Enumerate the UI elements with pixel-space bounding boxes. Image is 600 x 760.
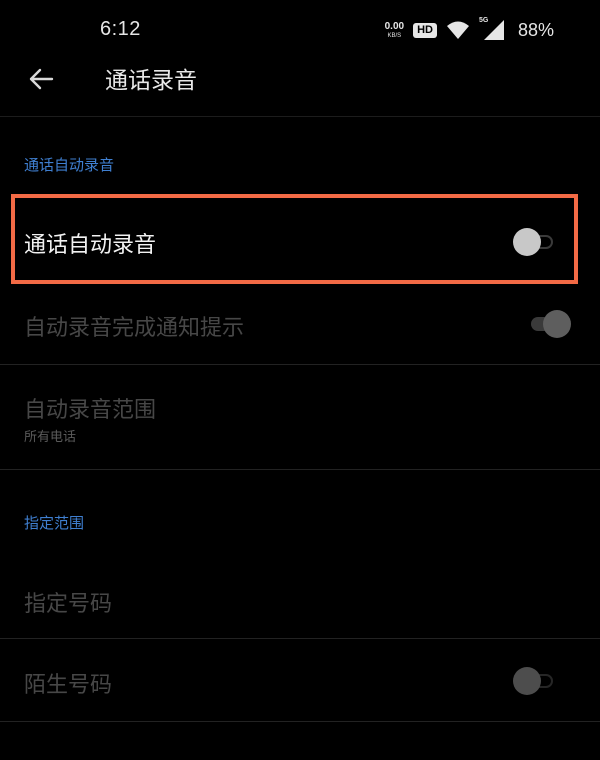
network-type-label: 5G xyxy=(478,17,489,24)
section-header-specified-range: 指定范围 xyxy=(24,514,85,532)
status-bar: 6:12 0.00 KB/S HD 5G 88% xyxy=(0,0,600,60)
auto-record-setting-row[interactable]: 通话自动录音 xyxy=(0,200,600,284)
status-time: 6:12 xyxy=(100,18,141,40)
arrow-left-icon xyxy=(26,64,56,94)
unknown-numbers-label: 陌生号码 xyxy=(24,673,113,698)
specified-numbers-setting-row[interactable]: 指定号码 xyxy=(0,558,600,638)
specified-numbers-label: 指定号码 xyxy=(24,592,113,617)
record-range-subtitle: 所有电话 xyxy=(24,430,77,445)
auto-record-switch[interactable] xyxy=(513,228,559,256)
unknown-numbers-switch[interactable] xyxy=(513,667,559,695)
row-divider xyxy=(0,721,600,722)
status-icons: 0.00 KB/S HD 5G 88% xyxy=(385,17,554,43)
record-range-setting-row[interactable]: 自动录音范围 所有电话 xyxy=(0,365,600,469)
cellular-signal: 5G xyxy=(478,17,505,41)
switch-thumb xyxy=(513,667,541,695)
section-header-auto-record: 通话自动录音 xyxy=(24,156,115,174)
row-divider xyxy=(0,469,600,470)
record-range-label: 自动录音范围 xyxy=(24,398,157,423)
completion-notify-setting-row[interactable]: 自动录音完成通知提示 xyxy=(0,284,600,364)
back-button[interactable] xyxy=(26,64,56,94)
battery-level: 88% xyxy=(517,19,554,40)
app-bar-divider xyxy=(0,116,600,117)
unknown-numbers-setting-row[interactable]: 陌生号码 xyxy=(0,639,600,721)
auto-record-label: 通话自动录音 xyxy=(24,233,157,258)
network-speed-unit: KB/S xyxy=(387,32,402,39)
switch-thumb xyxy=(513,228,541,256)
network-speed-value: 0.00 xyxy=(384,20,405,32)
app-bar: 通话录音 xyxy=(0,60,600,116)
completion-notify-switch[interactable] xyxy=(525,310,571,338)
switch-thumb xyxy=(543,310,571,338)
network-speed-indicator: 0.00 KB/S xyxy=(384,20,405,39)
hd-badge: HD xyxy=(413,22,437,38)
page-title: 通话录音 xyxy=(105,68,197,94)
wifi-icon xyxy=(446,20,470,40)
completion-notify-label: 自动录音完成通知提示 xyxy=(24,316,245,341)
